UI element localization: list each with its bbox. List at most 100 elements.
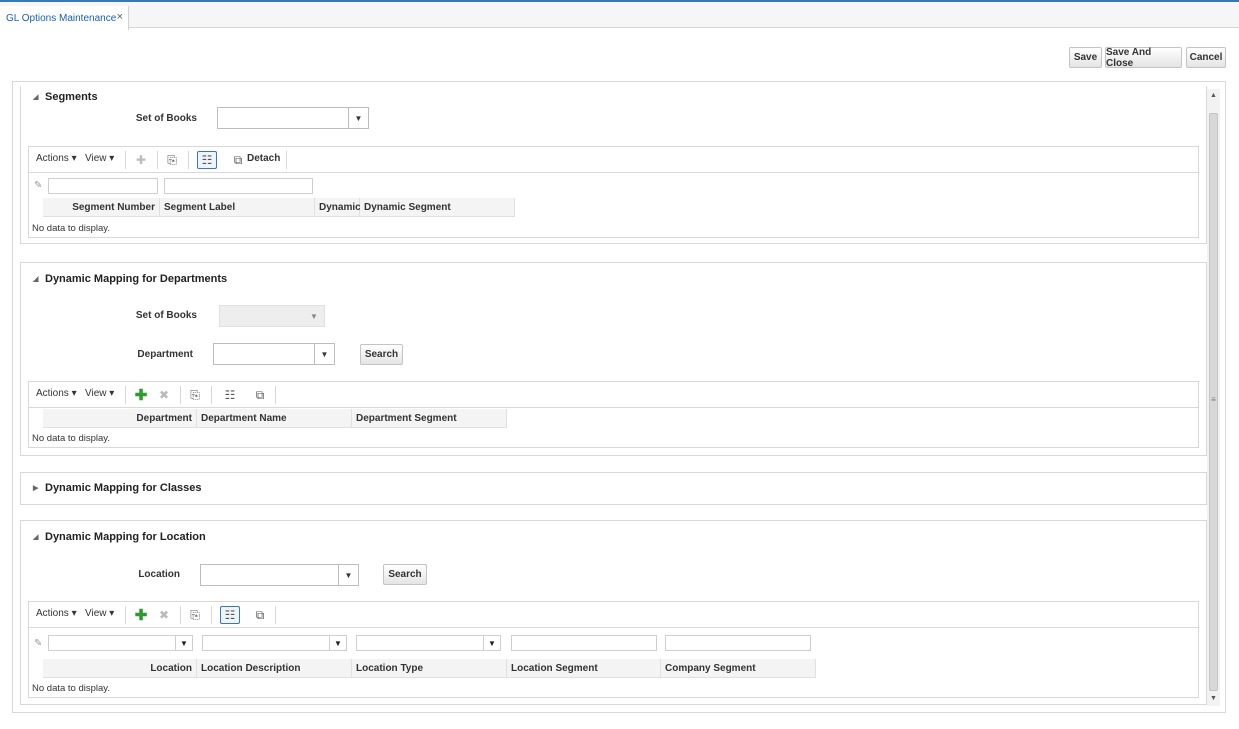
add-row-icon[interactable]: ✚ — [131, 606, 151, 624]
classes-section: ▶ Dynamic Mapping for Classes — [20, 472, 1207, 505]
grip-icon: ≡ — [1211, 395, 1216, 404]
separator — [125, 606, 126, 624]
cancel-button[interactable]: Cancel — [1186, 47, 1226, 68]
col-dynamic-segment[interactable]: Dynamic Segment — [360, 198, 515, 217]
filter-segment-number[interactable] — [48, 178, 158, 194]
detach-icon[interactable]: ⧉ — [228, 151, 248, 169]
departments-section: ◢ Dynamic Mapping for Departments Set of… — [20, 262, 1207, 456]
filter-location-type[interactable]: ▼ — [356, 635, 501, 651]
delete-row-icon[interactable]: ✖ — [154, 606, 174, 624]
tab-gl-options-maintenance[interactable]: GL Options Maintenance × — [0, 6, 129, 30]
col-department-name[interactable]: Department Name — [197, 409, 352, 428]
chevron-down-icon: ▼ — [483, 636, 500, 650]
export-icon[interactable]: ⎘ — [185, 606, 205, 624]
segments-header[interactable]: ◢ Segments — [33, 91, 98, 103]
col-segment-number[interactable]: Segment Number — [43, 198, 160, 217]
query-by-example-icon[interactable]: ☷ — [197, 151, 217, 169]
add-row-icon[interactable]: ✚ — [131, 151, 151, 169]
detach-button[interactable]: Detach — [247, 153, 280, 164]
segments-toolbar: Actions ▾ View ▾ ✚ ⎘ ☷ ⧉ Detach — [29, 147, 1198, 173]
col-department-segment[interactable]: Department Segment — [352, 409, 507, 428]
segments-section: ◢ Segments Set of Books ▼ Actions ▾ View… — [20, 86, 1207, 244]
chevron-down-icon: ▼ — [310, 311, 318, 321]
separator — [157, 151, 158, 169]
tab-title: GL Options Maintenance — [6, 12, 117, 24]
col-department[interactable]: Department — [43, 409, 197, 428]
separator — [211, 606, 212, 624]
col-location[interactable]: Location — [43, 659, 197, 678]
location-section: ◢ Dynamic Mapping for Location Location … — [20, 520, 1207, 705]
view-menu[interactable]: View ▾ — [85, 608, 114, 619]
no-data-message: No data to display. — [32, 433, 110, 444]
filter-segment-label[interactable] — [164, 178, 313, 194]
classes-title: Dynamic Mapping for Classes — [45, 482, 202, 494]
scroll-down-icon[interactable]: ▼ — [1207, 695, 1220, 702]
col-dynamic[interactable]: Dynamic — [315, 198, 361, 217]
chevron-down-icon: ▼ — [175, 636, 192, 650]
separator — [275, 606, 276, 624]
classes-header[interactable]: ▶ Dynamic Mapping for Classes — [33, 482, 202, 494]
view-menu[interactable]: View ▾ — [85, 153, 114, 164]
actions-menu[interactable]: Actions ▾ — [36, 388, 77, 399]
add-row-icon[interactable]: ✚ — [131, 386, 151, 404]
separator — [211, 386, 212, 404]
scroll-up-icon[interactable]: ▲ — [1207, 92, 1220, 99]
filter-location[interactable]: ▼ — [48, 635, 193, 651]
col-segment-label[interactable]: Segment Label — [160, 198, 315, 217]
department-select[interactable]: ▼ — [213, 343, 335, 365]
tab-strip: GL Options Maintenance × — [0, 0, 1239, 30]
set-of-books-select: ▼ — [219, 305, 325, 327]
separator — [125, 386, 126, 404]
col-location-type[interactable]: Location Type — [352, 659, 507, 678]
separator — [180, 606, 181, 624]
departments-header[interactable]: ◢ Dynamic Mapping for Departments — [33, 273, 227, 285]
actions-menu[interactable]: Actions ▾ — [36, 153, 77, 164]
separator — [125, 151, 126, 169]
pencil-icon: ✎ — [34, 638, 43, 649]
set-of-books-label: Set of Books — [135, 310, 197, 321]
col-location-description[interactable]: Location Description — [197, 659, 352, 678]
col-company-segment[interactable]: Company Segment — [661, 659, 816, 678]
department-search-button[interactable]: Search — [360, 344, 403, 365]
col-location-segment[interactable]: Location Segment — [507, 659, 661, 678]
separator — [286, 151, 287, 169]
location-header[interactable]: ◢ Dynamic Mapping for Location — [33, 531, 206, 543]
delete-row-icon[interactable]: ✖ — [154, 386, 174, 404]
collapse-icon: ◢ — [33, 94, 39, 101]
chevron-down-icon: ▼ — [329, 636, 346, 650]
chevron-down-icon: ▼ — [314, 344, 334, 364]
query-by-example-icon[interactable]: ☷ — [220, 606, 240, 624]
location-toolbar: Actions ▾ View ▾ ✚ ✖ ⎘ ☷ ⧉ — [29, 602, 1198, 628]
detach-icon[interactable]: ⧉ — [250, 606, 270, 624]
export-icon[interactable]: ⎘ — [162, 151, 182, 169]
department-label: Department — [137, 349, 193, 360]
actions-menu[interactable]: Actions ▾ — [36, 608, 77, 619]
departments-toolbar: Actions ▾ View ▾ ✚ ✖ ⎘ ☷ ⧉ — [29, 382, 1198, 408]
vertical-scrollbar[interactable]: ▲ ≡ ▼ — [1207, 89, 1220, 706]
filter-company-segment[interactable] — [665, 635, 811, 651]
set-of-books-label: Set of Books — [135, 113, 197, 124]
separator — [188, 151, 189, 169]
filter-location-description[interactable]: ▼ — [202, 635, 347, 651]
location-search-button[interactable]: Search — [383, 564, 427, 585]
save-and-close-button[interactable]: Save And Close — [1105, 47, 1182, 69]
expand-icon: ▶ — [33, 485, 39, 492]
segments-title: Segments — [45, 91, 98, 103]
location-title: Dynamic Mapping for Location — [45, 531, 206, 543]
collapse-icon: ◢ — [33, 534, 39, 541]
pencil-icon: ✎ — [34, 180, 43, 191]
set-of-books-select[interactable]: ▼ — [217, 107, 369, 129]
no-data-message: No data to display. — [32, 683, 110, 694]
filter-location-segment[interactable] — [511, 635, 657, 651]
chevron-down-icon: ▼ — [348, 108, 368, 128]
view-menu[interactable]: View ▾ — [85, 388, 114, 399]
separator — [180, 386, 181, 404]
departments-title: Dynamic Mapping for Departments — [45, 273, 228, 285]
detach-icon[interactable]: ⧉ — [250, 386, 270, 404]
query-by-example-icon[interactable]: ☷ — [220, 386, 240, 404]
location-select[interactable]: ▼ — [200, 564, 359, 586]
save-button[interactable]: Save — [1069, 47, 1102, 68]
collapse-icon: ◢ — [33, 276, 39, 283]
close-icon[interactable]: × — [117, 11, 123, 23]
export-icon[interactable]: ⎘ — [185, 386, 205, 404]
